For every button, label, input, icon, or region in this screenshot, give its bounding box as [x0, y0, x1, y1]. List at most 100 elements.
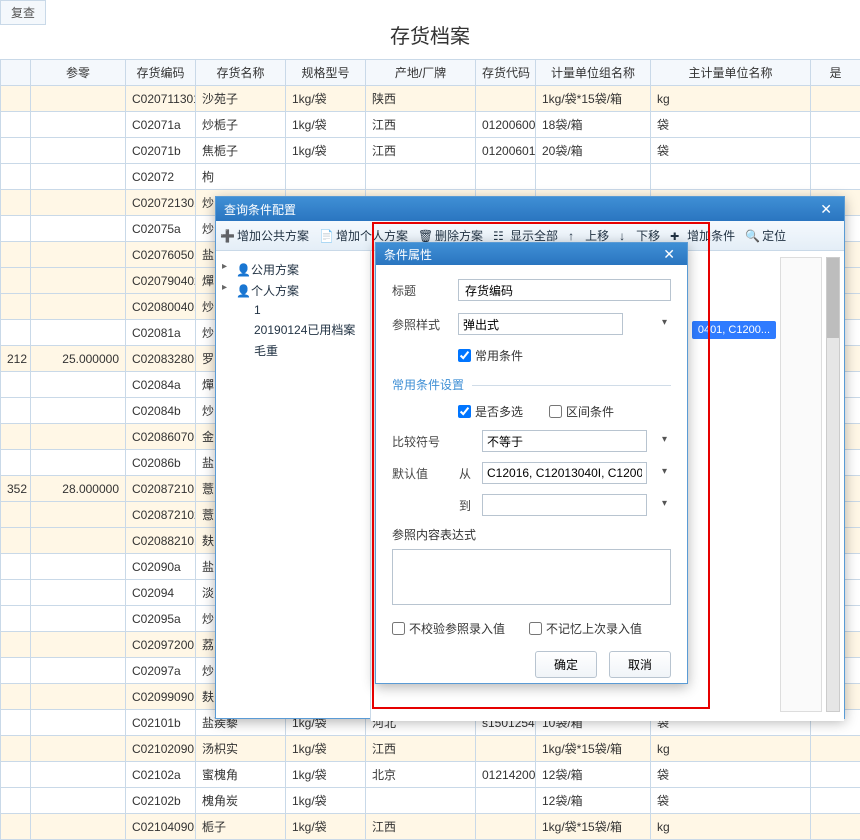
cell: 袋 [651, 762, 811, 788]
cell [1, 658, 31, 684]
dialog-titlebar[interactable]: 查询条件配置 ✕ [216, 197, 844, 221]
cell: 槐角炭 [196, 788, 286, 814]
default-from-select[interactable] [482, 462, 647, 484]
cell [1, 528, 31, 554]
cell [31, 164, 126, 190]
expression-textarea[interactable] [392, 549, 671, 605]
no-verify-checkbox[interactable]: 不校验参照录入值 [392, 620, 505, 637]
cell [31, 372, 126, 398]
cell: C02071a [126, 112, 196, 138]
cell [31, 710, 126, 736]
col-chmc[interactable]: 存货名称 [196, 60, 286, 86]
cell [476, 788, 536, 814]
cell: C020790402 [126, 268, 196, 294]
cell [476, 86, 536, 112]
cell [1, 580, 31, 606]
cell: C02072 [126, 164, 196, 190]
cell: 北京 [366, 762, 476, 788]
scheme-tree: 👤公用方案 👤个人方案 1 20190124已用档案 毛重 [216, 251, 371, 721]
default-to-select[interactable] [482, 494, 647, 516]
right-track [780, 257, 822, 712]
page-title: 存货档案 [0, 0, 860, 59]
cell: kg [651, 736, 811, 762]
table-row[interactable]: C02072枸 [1, 164, 860, 190]
cell: C020882101 [126, 528, 196, 554]
cell [31, 424, 126, 450]
top-tab[interactable]: 复查 [0, 0, 46, 25]
cell: 江西 [366, 138, 476, 164]
col-chbm[interactable]: 存货编码 [126, 60, 196, 86]
col-jldwz[interactable]: 计量单位组名称 [536, 60, 651, 86]
cell: C020711301 [126, 86, 196, 112]
cell [31, 86, 126, 112]
cell [476, 164, 536, 190]
col-zjldw[interactable]: 主计量单位名称 [651, 60, 811, 86]
cell [1, 294, 31, 320]
cell: C020990901 [126, 684, 196, 710]
table-row[interactable]: C020711301沙苑子1kg/袋陕西1kg/袋*15袋/箱kg [1, 86, 860, 112]
dialog-titlebar[interactable]: 条件属性 ✕ [376, 243, 687, 265]
cell [1, 814, 31, 840]
cell [1, 86, 31, 112]
close-icon[interactable]: ✕ [816, 201, 836, 218]
all-icon: ☷ [493, 229, 507, 243]
cell [1, 554, 31, 580]
locate-icon: 🔍 [745, 229, 759, 243]
cell [1, 684, 31, 710]
tree-item[interactable]: 毛重 [222, 340, 364, 361]
title-field[interactable] [458, 279, 671, 301]
cell [1, 398, 31, 424]
chevron-down-icon: ▾ [662, 434, 667, 445]
selected-value-chip[interactable]: 0401, C1200... [692, 321, 776, 339]
table-row[interactable]: C02102b槐角炭1kg/袋12袋/箱袋 [1, 788, 860, 814]
tree-root-public[interactable]: 👤公用方案 [222, 259, 364, 280]
col-cz[interactable]: 参零 [31, 60, 126, 86]
label-default: 默认值 [392, 465, 448, 482]
col-sf[interactable]: 是 [811, 60, 860, 86]
cell [1, 736, 31, 762]
col-cd[interactable]: 产地/厂牌 [366, 60, 476, 86]
add-public-scheme-button[interactable]: ➕增加公共方案 [220, 227, 309, 244]
tree-root-personal[interactable]: 👤个人方案 [222, 280, 364, 301]
cell: 沙苑子 [196, 86, 286, 112]
cell [31, 294, 126, 320]
operator-select[interactable] [482, 430, 647, 452]
tree-item[interactable]: 1 [222, 301, 364, 319]
no-remember-checkbox[interactable]: 不记忆上次录入值 [529, 620, 642, 637]
table-row[interactable]: C02071b焦栀子1kg/袋江西0120060120袋/箱袋 [1, 138, 860, 164]
cell: C02090a [126, 554, 196, 580]
cell: C02086b [126, 450, 196, 476]
table-row[interactable]: C02071a炒栀子1kg/袋江西0120060018袋/箱袋 [1, 112, 860, 138]
table-row[interactable]: C02102a蜜槐角1kg/袋北京0121420012袋/箱袋 [1, 762, 860, 788]
col-gg[interactable]: 规格型号 [286, 60, 366, 86]
label-from: 从 [454, 465, 476, 482]
multi-select-checkbox[interactable]: 是否多选 [458, 403, 523, 420]
range-condition-checkbox[interactable]: 区间条件 [549, 403, 614, 420]
cell: 01200600 [476, 112, 536, 138]
col-idx[interactable] [1, 60, 31, 86]
cell [31, 138, 126, 164]
col-chdm[interactable]: 存货代码 [476, 60, 536, 86]
cell: C02095a [126, 606, 196, 632]
cell [1, 424, 31, 450]
table-row[interactable]: C021040901栀子1kg/袋江西1kg/袋*15袋/箱kg [1, 814, 860, 840]
locate-button[interactable]: 🔍定位 [745, 227, 786, 244]
common-condition-checkbox[interactable]: 常用条件 [458, 347, 523, 364]
ref-style-select[interactable] [458, 313, 623, 335]
cell [811, 138, 860, 164]
table-row[interactable]: C021020901汤枳实1kg/袋江西1kg/袋*15袋/箱kg [1, 736, 860, 762]
cell: 12袋/箱 [536, 762, 651, 788]
add-icon: 📄 [319, 229, 333, 243]
close-icon[interactable]: ✕ [659, 246, 679, 263]
cell: C02101b [126, 710, 196, 736]
cancel-button[interactable]: 取消 [609, 651, 671, 678]
cell [31, 216, 126, 242]
person-icon: 👤 [236, 284, 248, 296]
cell [31, 814, 126, 840]
cell [651, 164, 811, 190]
cell: C020832801 [126, 346, 196, 372]
ok-button[interactable]: 确定 [535, 651, 597, 678]
scrollbar[interactable] [826, 257, 840, 712]
tree-item[interactable]: 20190124已用档案 [222, 319, 364, 340]
cell [1, 138, 31, 164]
